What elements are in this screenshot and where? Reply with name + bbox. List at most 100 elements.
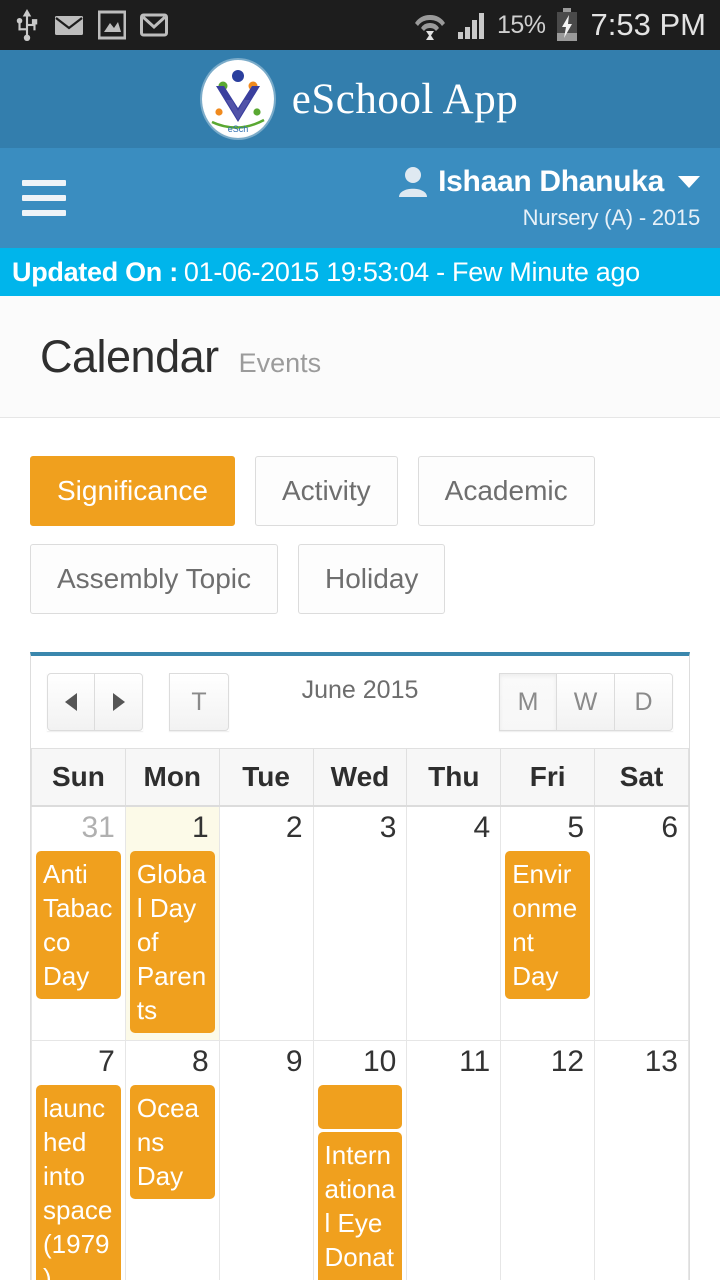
app-title: eSchool App: [291, 75, 519, 123]
calendar-day-number: 9: [285, 1045, 303, 1078]
calendar-event[interactable]: Environment Day: [505, 851, 591, 999]
calendar-day-number: 2: [285, 811, 303, 844]
calendar-today-group: T: [169, 673, 229, 731]
calendar-day-number: 13: [644, 1045, 678, 1078]
photo-icon: [98, 10, 126, 40]
hamburger-menu-icon[interactable]: [22, 180, 66, 216]
calendar-day-cell[interactable]: 13: [594, 1040, 689, 1280]
calendar-day-number: 12: [550, 1045, 585, 1078]
gmail-icon: [140, 13, 168, 37]
app-brand-header: eSch eSchool App: [0, 50, 720, 148]
battery-percent-label: 15%: [497, 10, 546, 39]
calendar-day-number: 31: [81, 811, 115, 844]
filter-chip-group: Significance Activity Academic Assembly …: [0, 418, 720, 614]
filter-row-1: Significance Activity Academic: [30, 456, 720, 526]
calendar-nav-group: [47, 673, 143, 731]
user-name-row[interactable]: Ishaan Dhanuka: [398, 165, 700, 199]
calendar-view-month-button[interactable]: M: [499, 673, 557, 731]
filter-chip-activity[interactable]: Activity: [254, 456, 398, 526]
updated-on-label: Updated On :: [12, 256, 178, 287]
calendar-view-group: M W D: [499, 673, 673, 731]
weekday-tue: Tue: [218, 748, 314, 807]
cellular-signal-icon: [458, 13, 484, 39]
hamburger-bar: [22, 210, 66, 216]
calendar-day-cell[interactable]: 7 launched into space (1979): [31, 1040, 126, 1280]
user-avatar-icon: [399, 167, 428, 197]
chevron-down-icon[interactable]: [678, 176, 700, 188]
svg-text:eSch: eSch: [228, 124, 249, 134]
updated-on-bar: Updated On : 01-06-2015 19:53:04 - Few M…: [0, 248, 720, 296]
calendar-event[interactable]: International Eye Donation Day: [317, 1132, 403, 1280]
user-info[interactable]: Ishaan Dhanuka Nursery (A) - 2015: [398, 165, 704, 231]
school-logo-icon: eSch: [201, 60, 274, 138]
status-right-icons: 15% 7:53 PM: [413, 7, 706, 43]
status-left-icons: [14, 9, 168, 41]
calendar-day-cell[interactable]: 12: [500, 1040, 596, 1280]
weekday-wed: Wed: [312, 748, 408, 807]
calendar-day-number: 11: [459, 1045, 491, 1078]
calendar-toolbar: T June 2015 M W D: [31, 656, 689, 748]
filter-chip-significance[interactable]: Significance: [30, 456, 235, 526]
calendar-day-cell[interactable]: 10 International Eye Donation Day: [312, 1040, 408, 1280]
calendar-day-cell[interactable]: 3: [312, 805, 408, 1041]
filter-row-2: Assembly Topic Holiday: [30, 544, 720, 614]
calendar-view-day-button[interactable]: D: [615, 673, 673, 731]
weekday-thu: Thu: [406, 748, 502, 807]
weekday-mon: Mon: [124, 748, 220, 807]
weekday-sun: Sun: [31, 748, 126, 807]
updated-on-value: 01-06-2015 19:53:04 - Few Minute ago: [183, 256, 640, 287]
calendar-day-cell[interactable]: 8 Oceans Day: [124, 1040, 220, 1280]
calendar-today-button[interactable]: T: [169, 673, 229, 731]
user-name-label: Ishaan Dhanuka: [438, 165, 664, 198]
calendar-event[interactable]: Oceans Day: [129, 1085, 215, 1199]
battery-charging-icon: [556, 8, 577, 41]
calendar-view-week-button[interactable]: W: [557, 673, 615, 731]
email-icon: [55, 16, 83, 35]
calendar-day-cell[interactable]: 6: [594, 805, 689, 1041]
calendar-day-cell[interactable]: 11: [406, 1040, 502, 1280]
filter-chip-holiday[interactable]: Holiday: [298, 544, 446, 614]
calendar-day-cell[interactable]: 9: [218, 1040, 314, 1280]
calendar-day-number: 5: [567, 811, 585, 844]
calendar-event[interactable]: Global Day of Parents: [129, 851, 215, 1033]
weekday-fri: Fri: [500, 748, 596, 807]
filter-chip-academic[interactable]: Academic: [417, 456, 595, 526]
calendar-day-number: 1: [192, 811, 209, 844]
clock-label: 7:53 PM: [590, 7, 706, 42]
calendar-day-number: 7: [98, 1045, 115, 1078]
calendar-day-number: 3: [379, 811, 397, 844]
calendar-event[interactable]: [317, 1085, 403, 1129]
calendar-day-cell[interactable]: 1 Global Day of Parents: [124, 805, 220, 1041]
calendar-day-number: 8: [192, 1045, 209, 1078]
filter-chip-assembly-topic[interactable]: Assembly Topic: [30, 544, 279, 614]
calendar-day-cell[interactable]: 4: [406, 805, 502, 1041]
calendar-panel: T June 2015 M W D Sun Mon Tue Wed Thu Fr…: [30, 652, 690, 1280]
hamburger-bar: [22, 195, 66, 201]
calendar-prev-button[interactable]: [47, 673, 95, 731]
calendar-day-number: 6: [661, 811, 678, 844]
usb-icon: [16, 9, 38, 41]
page-title: Calendar: [40, 330, 219, 382]
calendar-grid: Sun Mon Tue Wed Thu Fri Sat 31 Anti Tabac…: [31, 748, 689, 1280]
android-status-bar: 15% 7:53 PM: [0, 0, 720, 50]
calendar-day-number: 10: [363, 1045, 397, 1078]
calendar-week-row: 31 Anti Tabacco Day 1 Global Day of Parents…: [31, 805, 689, 1041]
calendar-next-button[interactable]: [95, 673, 143, 731]
weekday-sat: Sat: [594, 748, 689, 807]
calendar-day-cell[interactable]: 2: [218, 805, 314, 1041]
calendar-event[interactable]: Anti Tabacco Day: [36, 851, 121, 999]
calendar-event[interactable]: launched into space (1979): [36, 1085, 121, 1280]
calendar-weekday-header: Sun Mon Tue Wed Thu Fri Sat: [31, 748, 689, 807]
user-class-label: Nursery (A) - 2015: [522, 205, 701, 230]
arrow-right-icon: [112, 693, 125, 711]
wifi-icon: [415, 14, 445, 40]
calendar-week-row: 7 launched into space (1979) 8 Oceans Day 9 1…: [31, 1040, 689, 1280]
hamburger-bar: [22, 180, 66, 186]
calendar-day-cell[interactable]: 5 Environment Day: [500, 805, 596, 1041]
calendar-body: 31 Anti Tabacco Day 1 Global Day of Parents…: [31, 805, 689, 1280]
user-header: Ishaan Dhanuka Nursery (A) - 2015: [0, 148, 720, 248]
page-header: Calendar Events: [0, 296, 720, 418]
calendar-day-cell[interactable]: 31 Anti Tabacco Day: [31, 805, 126, 1041]
page-subtitle: Events: [238, 348, 322, 378]
calendar-day-number: 4: [473, 811, 491, 844]
